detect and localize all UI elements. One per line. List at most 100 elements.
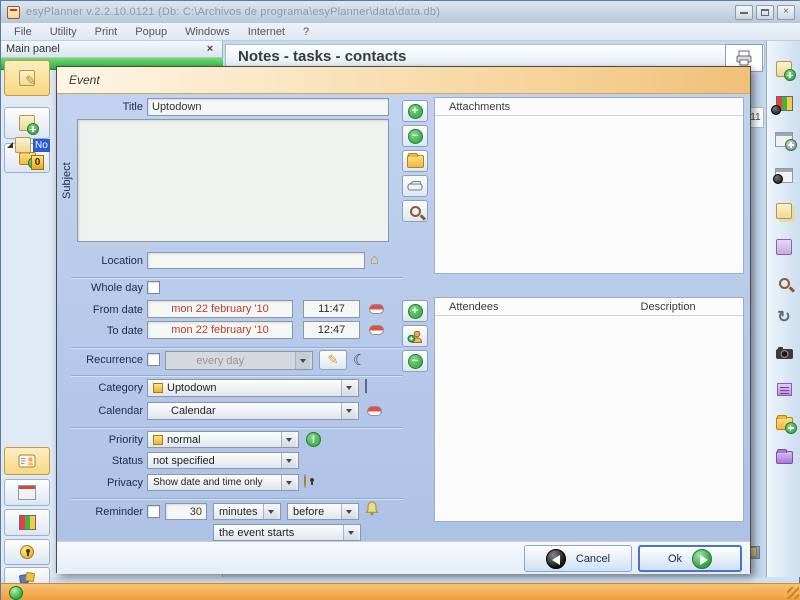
security-button[interactable] bbox=[4, 539, 50, 565]
notes-pair-button[interactable] bbox=[774, 201, 794, 221]
notes-icon bbox=[776, 203, 792, 219]
remove-attendee-button[interactable]: − bbox=[402, 350, 428, 372]
status-select[interactable]: not specified bbox=[147, 452, 299, 469]
dialog-header[interactable]: Event bbox=[57, 67, 750, 94]
calendar-icon bbox=[773, 167, 793, 184]
tree-expander-icon[interactable] bbox=[7, 142, 13, 148]
minimize-button[interactable] bbox=[735, 4, 753, 20]
menu-windows[interactable]: Windows bbox=[176, 24, 239, 40]
from-date-field[interactable]: mon 22 february '10 bbox=[147, 300, 293, 318]
schedule-button[interactable] bbox=[771, 93, 794, 115]
to-date-calendar-icon[interactable] bbox=[369, 325, 384, 335]
cancel-button[interactable]: Cancel bbox=[524, 545, 632, 572]
menu-utility[interactable]: Utility bbox=[41, 24, 86, 40]
attendees-column-header: Attendees bbox=[449, 300, 499, 313]
open-attachment-button[interactable] bbox=[402, 150, 428, 172]
calendar-button[interactable] bbox=[4, 479, 50, 506]
notes-folder-icon bbox=[15, 137, 31, 153]
search-button[interactable] bbox=[774, 273, 794, 293]
purple-list-icon bbox=[776, 382, 792, 396]
purple-list-button[interactable] bbox=[774, 379, 794, 399]
contacts-button[interactable] bbox=[4, 447, 50, 475]
priority-label: Priority bbox=[108, 434, 143, 446]
open-folder-icon bbox=[406, 152, 424, 168]
location-label: Location bbox=[101, 255, 143, 267]
moon-icon[interactable]: ☾ bbox=[353, 351, 366, 369]
location-home-icon[interactable]: ⌂ bbox=[370, 252, 379, 267]
to-time-field[interactable]: 12:47 bbox=[303, 321, 360, 339]
from-date-label: From date bbox=[92, 304, 143, 316]
purple-folder-button[interactable] bbox=[774, 447, 794, 467]
calendar-row-icon[interactable] bbox=[367, 406, 382, 416]
add-attendee-button[interactable]: + bbox=[402, 300, 428, 322]
note-add-icon bbox=[19, 115, 39, 135]
reminder-amount-input[interactable]: 30 bbox=[165, 503, 207, 520]
category-select[interactable]: Uptodown bbox=[147, 379, 359, 397]
menu-internet[interactable]: Internet bbox=[239, 24, 294, 40]
to-date-field[interactable]: mon 22 february '10 bbox=[147, 321, 293, 339]
event-time-button[interactable] bbox=[773, 165, 794, 185]
menu-print[interactable]: Print bbox=[86, 24, 127, 40]
new-note-button[interactable] bbox=[774, 59, 796, 81]
tree-item-label[interactable]: No bbox=[33, 138, 50, 152]
plus-icon: + bbox=[407, 303, 423, 319]
maximize-button[interactable] bbox=[756, 4, 774, 20]
recurrence-checkbox[interactable] bbox=[147, 353, 160, 366]
category-grid-button[interactable] bbox=[365, 379, 367, 393]
edit-recurrence-button[interactable]: ✎ bbox=[319, 350, 347, 370]
priority-select[interactable]: normal bbox=[147, 431, 299, 448]
remove-attachment-button[interactable]: − bbox=[402, 125, 428, 147]
right-toolbar: ↻ bbox=[766, 41, 800, 577]
reminder-relation-select[interactable]: before bbox=[287, 503, 359, 520]
dropdown-arrow-icon bbox=[263, 504, 278, 519]
tree-child-badge[interactable]: 0 bbox=[31, 155, 44, 170]
from-date-calendar-icon[interactable] bbox=[369, 304, 384, 314]
attendees-panel-header[interactable]: Attendees Description bbox=[435, 298, 743, 316]
ok-button[interactable]: Ok bbox=[638, 545, 742, 572]
description-column-header: Description bbox=[640, 300, 696, 313]
privacy-select[interactable]: Show date and time only bbox=[147, 474, 299, 491]
refresh-button[interactable]: ↻ bbox=[774, 307, 794, 327]
lock-icon bbox=[20, 545, 34, 559]
attendees-panel[interactable]: Attendees Description bbox=[434, 297, 744, 522]
recurrence-select[interactable]: every day bbox=[165, 351, 313, 370]
title-input[interactable]: Uptodown bbox=[147, 98, 389, 116]
menu-help[interactable]: ? bbox=[294, 24, 318, 40]
reminder-checkbox[interactable] bbox=[147, 505, 160, 518]
new-event-button[interactable] bbox=[774, 129, 797, 151]
add-folder-button[interactable] bbox=[774, 413, 797, 434]
main-panel-header: Main panel × bbox=[1, 41, 222, 58]
attachments-panel-header[interactable]: Attachments bbox=[435, 98, 743, 116]
whole-day-label: Whole day bbox=[91, 282, 143, 294]
calendar-grid-button[interactable] bbox=[4, 509, 50, 536]
add-note-button[interactable] bbox=[4, 107, 50, 139]
calendar-select[interactable]: Calendar bbox=[147, 402, 359, 420]
calendar-icon bbox=[18, 485, 36, 500]
from-time-field[interactable]: 11:47 bbox=[303, 300, 360, 318]
preview-attachment-button[interactable] bbox=[402, 200, 428, 222]
reminder-event-select[interactable]: the event starts bbox=[213, 524, 361, 541]
add-contact-attendee-button[interactable] bbox=[402, 325, 428, 347]
recurrence-label: Recurrence bbox=[86, 354, 143, 366]
menu-file[interactable]: File bbox=[5, 24, 41, 40]
edit-note-button[interactable]: ✎ bbox=[4, 60, 50, 96]
whole-day-checkbox[interactable] bbox=[147, 281, 160, 294]
status-bar bbox=[1, 583, 800, 600]
scan-attachment-button[interactable] bbox=[402, 175, 428, 197]
notes-tree-item[interactable]: No bbox=[7, 137, 50, 153]
reminder-unit-select[interactable]: minutes bbox=[213, 503, 281, 520]
close-button[interactable]: × bbox=[777, 4, 795, 20]
camera-button[interactable] bbox=[774, 343, 794, 363]
calendar-grid-icon bbox=[365, 379, 367, 393]
menu-popup[interactable]: Popup bbox=[126, 24, 176, 40]
resize-grip[interactable] bbox=[787, 587, 799, 599]
pencil-icon: ✎ bbox=[327, 352, 339, 367]
subject-textarea[interactable] bbox=[77, 119, 389, 242]
main-panel-close-button[interactable]: × bbox=[203, 43, 217, 55]
dropdown-arrow-icon bbox=[281, 432, 296, 447]
calendar-icon bbox=[775, 131, 797, 151]
purple-note-button[interactable] bbox=[774, 237, 794, 257]
add-attachment-button[interactable]: + bbox=[402, 100, 428, 122]
location-input[interactable] bbox=[147, 252, 365, 269]
attachments-panel[interactable]: Attachments bbox=[434, 97, 744, 274]
